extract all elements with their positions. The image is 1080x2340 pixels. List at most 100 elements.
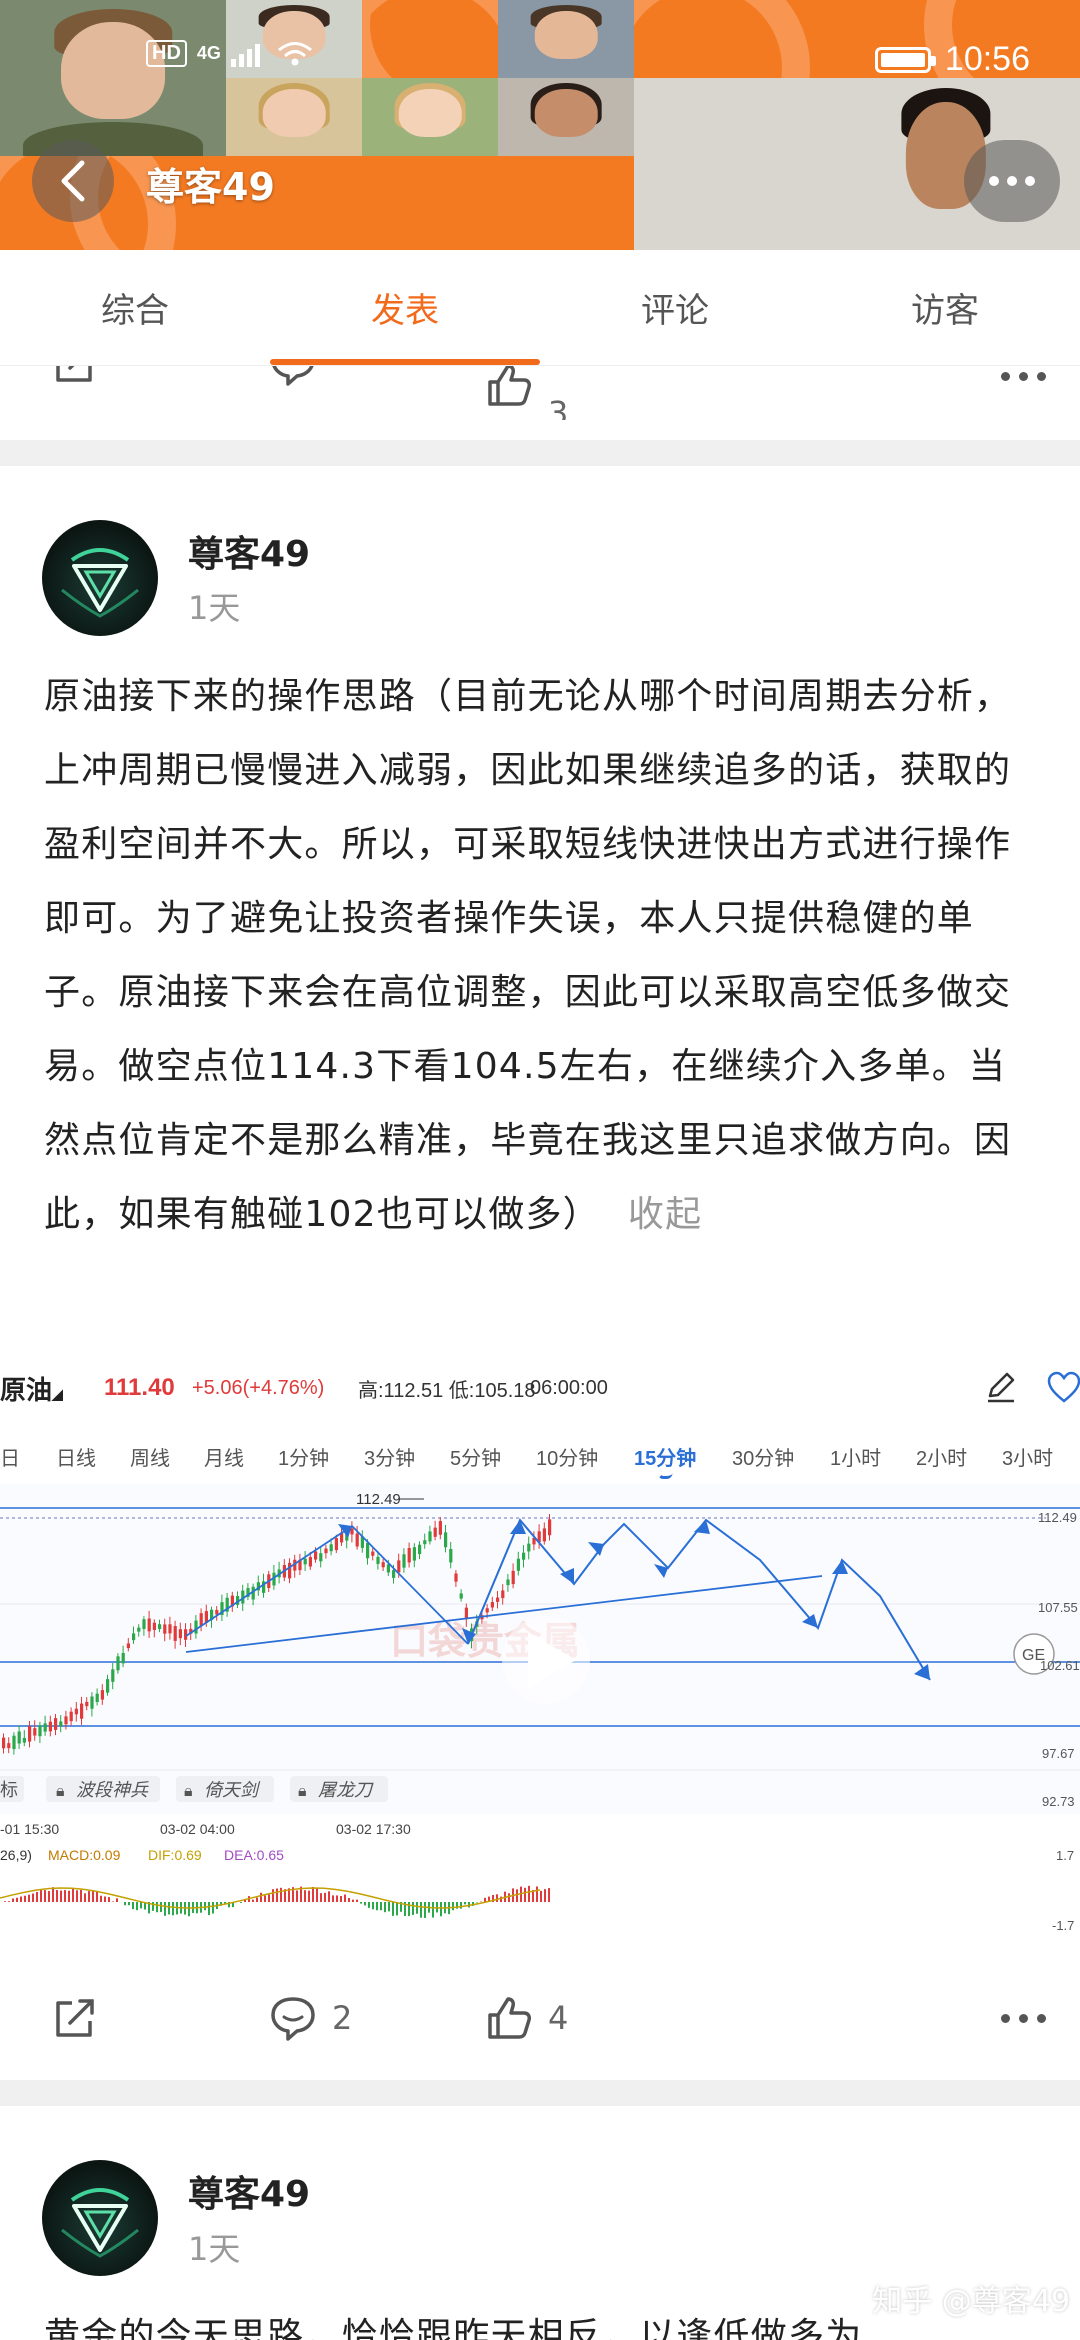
cover-pattern: [362, 0, 498, 78]
candle: [178, 1629, 182, 1639]
macd-bar: [128, 1902, 130, 1906]
candle: [38, 1725, 42, 1737]
period-tab-active[interactable]: 15分钟: [634, 1442, 696, 1471]
post-more-button[interactable]: [1001, 2013, 1046, 2023]
more-options-button[interactable]: [964, 140, 1060, 222]
candle: [132, 1633, 136, 1641]
macd-bar: [316, 1888, 318, 1902]
candle: [17, 1731, 21, 1744]
like-button[interactable]: 3: [484, 366, 568, 420]
candle: [376, 1556, 380, 1564]
macd-bar: [172, 1902, 174, 1916]
like-button[interactable]: 4: [484, 1993, 568, 2043]
period-tab[interactable]: 日线: [56, 1442, 96, 1471]
macd-bar: [496, 1894, 498, 1902]
comment-button[interactable]: 2: [268, 1993, 352, 2043]
candle: [464, 1607, 468, 1620]
indicator-tag[interactable]: 倚天剑: [204, 1780, 261, 1800]
macd-bar: [296, 1890, 298, 1902]
cover-photo-woman: [226, 78, 362, 156]
period-tab[interactable]: 1小时: [830, 1442, 881, 1471]
period-tab[interactable]: 30分钟: [732, 1442, 794, 1471]
y-tick: 97.67: [1042, 1746, 1075, 1761]
macd-bar: [132, 1902, 134, 1910]
macd-bar: [340, 1895, 342, 1902]
cover-photo-man: [0, 0, 226, 156]
prev-post-action-bar: 3: [0, 366, 1080, 420]
period-tab[interactable]: 3小时: [1002, 1442, 1053, 1471]
cover-photo-woman-3: [498, 78, 634, 156]
post-text: 原油接下来的操作思路（目前无论从哪个时间周期去分析，上冲周期已慢慢进入减弱，因此…: [44, 676, 1012, 1235]
candle: [501, 1590, 505, 1599]
macd-bar: [4, 1901, 6, 1902]
macd-bar: [320, 1893, 322, 1902]
candle: [366, 1542, 370, 1559]
cover-photo-man-3: [498, 0, 634, 78]
period-tab[interactable]: 1分钟: [278, 1442, 329, 1471]
candle: [116, 1656, 120, 1671]
macd-bar: [476, 1902, 478, 1903]
cover-photo-woman-2: [362, 78, 498, 156]
indicator-tag[interactable]: 屠龙刀: [318, 1780, 374, 1800]
post-chart-image[interactable]: 原油◢ 111.40 +5.06(+4.76%) 高:112.51 低:105.…: [0, 1348, 1080, 1954]
period-tab[interactable]: 5分钟: [450, 1442, 501, 1471]
period-tab[interactable]: 月线: [204, 1442, 244, 1471]
macd-bar: [112, 1901, 114, 1902]
macd-bar: [96, 1891, 98, 1902]
period-tab[interactable]: 2小时: [916, 1442, 967, 1471]
macd-bar: [264, 1895, 266, 1902]
candle: [69, 1711, 73, 1722]
macd-bar: [280, 1887, 282, 1902]
collapse-link[interactable]: 收起: [628, 1194, 702, 1235]
indicator-tag[interactable]: 波段神兵: [76, 1780, 149, 1800]
share-button[interactable]: [50, 1993, 100, 2043]
candle: [48, 1721, 52, 1732]
macd-bar: [328, 1891, 330, 1902]
post-body: 原油接下来的操作思路（目前无论从哪个时间周期去分析，上冲周期已慢慢进入减弱，因此…: [44, 660, 1040, 1252]
post-more-button[interactable]: [1001, 372, 1046, 381]
macd-bar: [460, 1902, 462, 1909]
macd-bar: [440, 1902, 442, 1917]
candle: [392, 1570, 396, 1578]
period-tab[interactable]: 3分钟: [364, 1442, 415, 1471]
comment-button[interactable]: [268, 366, 318, 388]
candle: [7, 1743, 11, 1749]
dot-icon: [1001, 372, 1010, 381]
candle: [428, 1531, 432, 1542]
author-avatar[interactable]: [42, 2160, 158, 2276]
author-avatar[interactable]: [42, 520, 158, 636]
candle: [85, 1701, 89, 1707]
macd-bar: [524, 1887, 526, 1902]
macd-bar: [508, 1893, 510, 1902]
tab-posts[interactable]: 发表: [270, 250, 540, 365]
play-button[interactable]: [502, 1616, 590, 1704]
candle: [80, 1703, 84, 1719]
share-button[interactable]: [50, 366, 100, 388]
tab-visitors[interactable]: 访客: [810, 250, 1080, 365]
macd-bar: [312, 1886, 314, 1902]
macd-bar: [72, 1888, 74, 1902]
indicator-tag[interactable]: 标: [0, 1780, 18, 1800]
macd-bar: [464, 1902, 466, 1905]
candle: [454, 1573, 458, 1582]
author-name[interactable]: 尊客49: [188, 525, 310, 577]
period-tab[interactable]: 周线: [130, 1442, 170, 1471]
candle: [22, 1737, 26, 1743]
period-tab[interactable]: 日: [0, 1442, 20, 1471]
macd-bar: [84, 1893, 86, 1902]
candle: [438, 1521, 442, 1535]
tab-comments[interactable]: 评论: [540, 250, 810, 365]
candle: [158, 1624, 162, 1630]
macd-bar: [388, 1902, 390, 1912]
candle: [173, 1626, 177, 1641]
macd-bar: [76, 1890, 78, 1902]
lock-icon: 🔒︎: [298, 1783, 307, 1800]
tab-overview[interactable]: 综合: [0, 250, 270, 365]
period-tab[interactable]: 10分钟: [536, 1442, 598, 1471]
author-name[interactable]: 尊客49: [188, 2165, 310, 2217]
macd-bar: [68, 1890, 70, 1902]
heart-icon: [1047, 1371, 1080, 1403]
macd-bar: [548, 1888, 550, 1902]
back-button[interactable]: [32, 140, 114, 222]
dot-icon: [1037, 2013, 1046, 2023]
